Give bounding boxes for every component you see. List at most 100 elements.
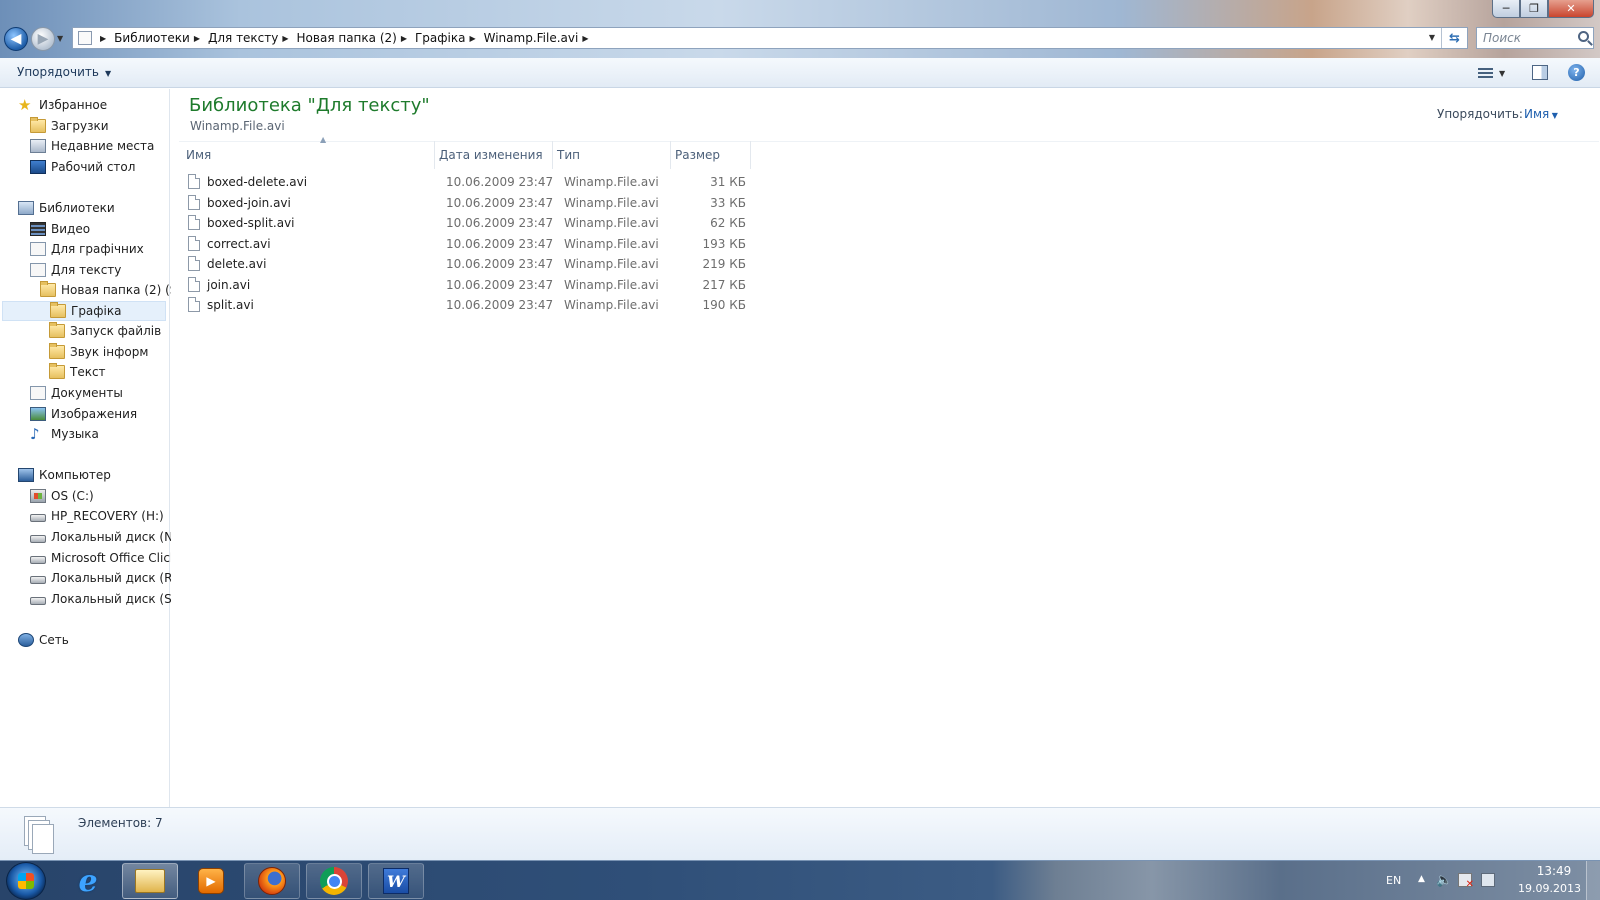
- show-desktop-button[interactable]: [1586, 861, 1600, 900]
- maximize-button[interactable]: ❐: [1520, 0, 1548, 18]
- nav-item-drive-h[interactable]: HP_RECOVERY (H:): [30, 506, 164, 526]
- drive-icon: [30, 514, 46, 522]
- nav-item-desktop[interactable]: Рабочий стол: [30, 157, 135, 177]
- taskbar-windows-explorer[interactable]: [122, 863, 178, 899]
- file-icon: [188, 236, 200, 251]
- column-header-name[interactable]: Имя: [182, 141, 435, 169]
- breadcrumb-arrow-icon[interactable]: ▶: [401, 34, 407, 43]
- volume-icon[interactable]: 🔈: [1436, 873, 1452, 888]
- file-row[interactable]: boxed-split.avi 10.06.2009 23:47 Winamp.…: [182, 212, 752, 233]
- organize-button[interactable]: Упорядочить: [17, 65, 111, 79]
- nav-libraries[interactable]: Библиотеки: [18, 198, 115, 218]
- nav-item-music[interactable]: ♪ Музыка: [30, 424, 99, 444]
- breadcrumb-arrow-icon[interactable]: ▶: [282, 34, 288, 43]
- file-row[interactable]: delete.avi 10.06.2009 23:47 Winamp.File.…: [182, 253, 752, 274]
- taskbar-internet-explorer[interactable]: e: [60, 863, 116, 899]
- file-size: 219 КБ: [702, 256, 746, 271]
- breadcrumb-item-new-folder[interactable]: Новая папка (2): [297, 31, 397, 45]
- nav-item-sound-info[interactable]: Звук інформ: [49, 342, 148, 362]
- language-indicator[interactable]: EN: [1386, 874, 1401, 887]
- breadcrumb-arrow-icon[interactable]: ▶: [100, 34, 106, 43]
- nav-item-downloads[interactable]: Загрузки: [30, 116, 109, 136]
- nav-item-label: Недавние места: [51, 139, 155, 153]
- nav-item-graphics-library[interactable]: Для графічних: [30, 239, 144, 259]
- nav-item-text-folder[interactable]: Текст: [49, 362, 106, 382]
- music-icon: ♪: [30, 425, 40, 443]
- start-button[interactable]: [6, 862, 46, 900]
- back-button[interactable]: ◀: [4, 27, 28, 51]
- refresh-button[interactable]: ⇆: [1441, 28, 1467, 48]
- change-view-button[interactable]: ▼: [1478, 66, 1512, 81]
- media-player-icon: ▶: [198, 868, 224, 894]
- help-button[interactable]: ?: [1568, 64, 1585, 81]
- taskbar-chrome[interactable]: [306, 863, 362, 899]
- address-bar[interactable]: ▶ Библиотеки ▶ Для тексту ▶ Новая папка …: [72, 27, 1468, 49]
- show-hidden-icons-button[interactable]: ▲: [1418, 874, 1425, 884]
- forward-button[interactable]: ▶: [31, 27, 55, 51]
- nav-network[interactable]: Сеть: [18, 630, 69, 650]
- network-status-icon[interactable]: [1481, 873, 1495, 887]
- search-input[interactable]: Поиск: [1476, 27, 1594, 49]
- nav-item-launch-files[interactable]: Запуск файлів: [49, 321, 161, 341]
- file-type: Winamp.File.avi: [564, 174, 659, 189]
- minimize-button[interactable]: ─: [1492, 0, 1520, 18]
- file-row[interactable]: split.avi 10.06.2009 23:47 Winamp.File.a…: [182, 294, 752, 315]
- video-library-icon: [30, 222, 46, 236]
- chevron-down-icon[interactable]: ▼: [1499, 69, 1505, 78]
- file-row[interactable]: boxed-delete.avi 10.06.2009 23:47 Winamp…: [182, 171, 752, 192]
- nav-item-label: Текст: [70, 365, 106, 379]
- nav-item-drive-c[interactable]: OS (C:): [30, 486, 94, 506]
- nav-item-video[interactable]: Видео: [30, 219, 90, 239]
- taskbar-media-player[interactable]: ▶: [183, 863, 239, 899]
- file-row[interactable]: correct.avi 10.06.2009 23:47 Winamp.File…: [182, 233, 752, 254]
- nav-item-drive-s[interactable]: Локальный диск (S:): [30, 589, 180, 609]
- system-drive-icon: [30, 489, 46, 503]
- breadcrumb-arrow-icon[interactable]: ▶: [582, 34, 588, 43]
- libraries-icon: [18, 201, 34, 215]
- nav-item-documents[interactable]: Документы: [30, 383, 123, 403]
- forward-arrow-icon: ▶: [37, 31, 49, 47]
- address-history-dropdown[interactable]: ▼: [1429, 33, 1435, 42]
- nav-item-new-folder[interactable]: Новая папка (2) (S:): [40, 280, 186, 300]
- location-icon: [78, 31, 92, 45]
- search-icon[interactable]: [1578, 31, 1589, 42]
- column-header-date[interactable]: Дата изменения: [435, 141, 553, 169]
- action-center-icon[interactable]: [1458, 873, 1474, 890]
- taskbar-firefox[interactable]: [244, 863, 300, 899]
- nav-item-drive-r[interactable]: Локальный диск (R:): [30, 568, 181, 588]
- file-row[interactable]: join.avi 10.06.2009 23:47 Winamp.File.av…: [182, 274, 752, 295]
- clock-date[interactable]: 19.09.2013: [1518, 882, 1581, 895]
- nav-favorites[interactable]: ★ Избранное: [18, 95, 107, 115]
- library-title: Библиотека "Для тексту": [189, 95, 430, 116]
- breadcrumb-item-libraries[interactable]: Библиотеки: [114, 31, 190, 45]
- nav-item-drive-n[interactable]: Локальный диск (N:): [30, 527, 182, 547]
- file-row[interactable]: boxed-join.avi 10.06.2009 23:47 Winamp.F…: [182, 192, 752, 213]
- nav-item-label: Запуск файлів: [70, 324, 162, 338]
- nav-item-office-click[interactable]: Microsoft Office Click-: [30, 548, 181, 568]
- column-header-type[interactable]: Тип: [553, 141, 671, 169]
- clock-time[interactable]: 13:49: [1528, 864, 1580, 878]
- file-name: boxed-join.avi: [207, 195, 291, 210]
- nav-item-label: OS (C:): [51, 489, 94, 503]
- recent-pages-dropdown[interactable]: ▼: [57, 34, 63, 43]
- nav-item-recent-places[interactable]: Недавние места: [30, 136, 154, 156]
- breadcrumb-item-winamp-file[interactable]: Winamp.File.avi: [484, 31, 579, 45]
- taskbar-word[interactable]: W: [368, 863, 424, 899]
- breadcrumb-item-text-library[interactable]: Для тексту: [208, 31, 278, 45]
- breadcrumb-arrow-icon[interactable]: ▶: [469, 34, 475, 43]
- preview-pane-button[interactable]: [1532, 65, 1548, 80]
- nav-item-graphics-selected[interactable]: Графіка: [2, 301, 166, 321]
- column-header-label: Дата изменения: [439, 148, 543, 162]
- drive-icon: [30, 556, 46, 564]
- nav-item-text-library[interactable]: Для тексту: [30, 260, 121, 280]
- documents-icon: [30, 386, 46, 400]
- taskbar: e ▶ W EN ▲ 🔈 13:49 19.09.2013: [0, 860, 1600, 900]
- close-button[interactable]: ✕: [1548, 0, 1594, 18]
- nav-computer[interactable]: Компьютер: [18, 465, 111, 485]
- column-header-size[interactable]: Размер: [671, 141, 751, 169]
- breadcrumb-arrow-icon[interactable]: ▶: [194, 34, 200, 43]
- folder-icon: [40, 281, 56, 297]
- arrange-by-dropdown[interactable]: Имя: [1524, 107, 1558, 121]
- breadcrumb-item-graphics[interactable]: Графіка: [415, 31, 465, 45]
- nav-item-pictures[interactable]: Изображения: [30, 404, 137, 424]
